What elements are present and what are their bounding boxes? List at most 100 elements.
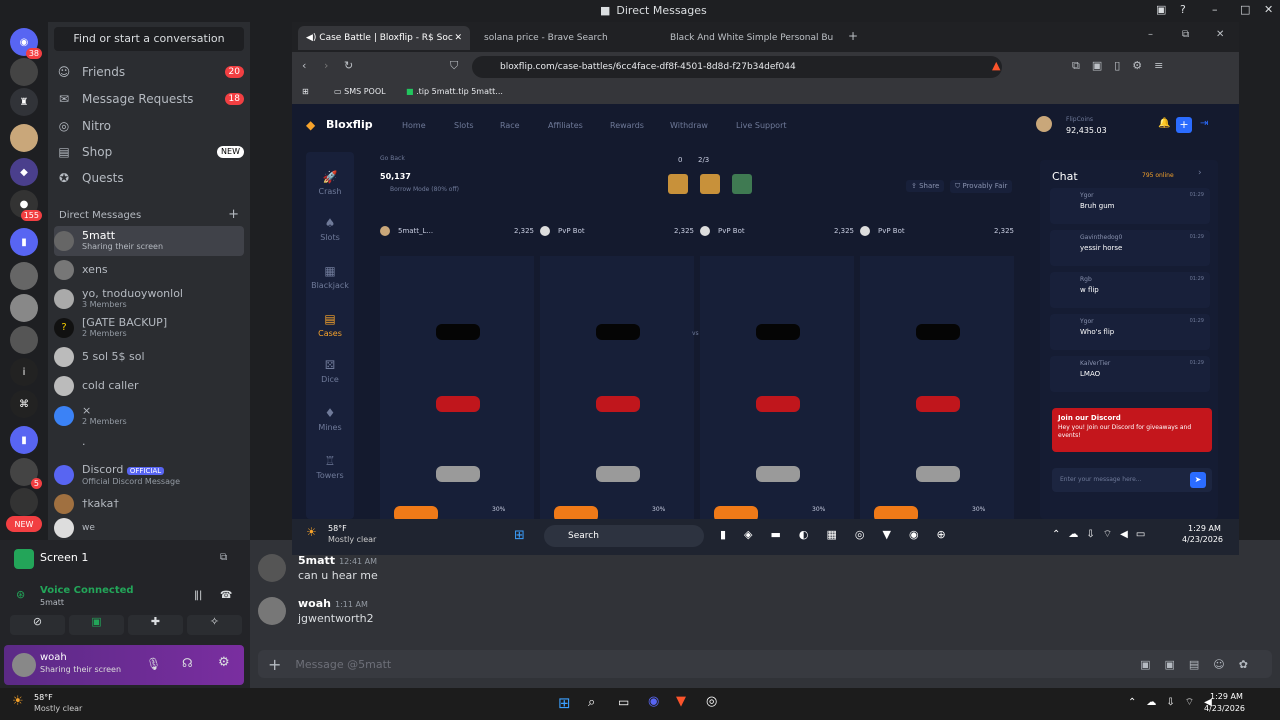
send-icon[interactable]: ➤ xyxy=(1190,472,1206,488)
dm-item[interactable]: . xyxy=(54,432,244,452)
server-icon[interactable] xyxy=(10,294,38,322)
nav-nitro[interactable]: ◎ Nitro xyxy=(56,114,244,138)
server-icon[interactable] xyxy=(10,58,38,86)
close-icon[interactable]: ✕ xyxy=(1216,29,1224,40)
start-icon[interactable]: ⊞ xyxy=(514,528,525,543)
user-avatar[interactable] xyxy=(1036,116,1052,132)
mic-icon[interactable]: 🎙 xyxy=(146,657,161,671)
server-icon[interactable]: ♜ xyxy=(10,88,38,116)
discord-promo[interactable]: Join our Discord Hey you! Join our Disco… xyxy=(1052,408,1212,452)
server-icon[interactable]: ◆ xyxy=(10,158,38,186)
nav-towers[interactable]: ♖ Towers xyxy=(306,454,354,480)
nav-shop[interactable]: ▤ Shop NEW xyxy=(56,140,244,164)
bookmark-tip[interactable]: ■ .tip 5matt.tip 5matt... xyxy=(406,87,503,96)
nav-race[interactable]: Race xyxy=(500,121,520,130)
back-icon[interactable]: ‹ xyxy=(302,59,306,72)
server-icon[interactable] xyxy=(10,262,38,290)
popout-icon[interactable]: ⧉ xyxy=(220,552,227,563)
dm-item[interactable]: 5 sol 5$ sol xyxy=(54,342,244,372)
url-input[interactable]: bloxflip.com/case-battles/6cc4face-df8f-… xyxy=(472,56,1002,78)
nav-mines[interactable]: ♦ Mines xyxy=(306,406,354,432)
nav-live-support[interactable]: Live Support xyxy=(736,121,787,130)
server-icon[interactable]: 5 xyxy=(10,458,42,489)
discord-app-icon[interactable]: ◉ xyxy=(648,694,659,709)
app-icon[interactable]: ◎ xyxy=(706,694,717,709)
user-avatar[interactable] xyxy=(12,653,36,677)
nav-slots[interactable]: Slots xyxy=(454,121,474,130)
find-conversation-button[interactable]: Find or start a conversation xyxy=(54,27,244,51)
deposit-button[interactable]: + xyxy=(1176,117,1192,133)
nav-home[interactable]: Home xyxy=(402,121,426,130)
nav-affiliates[interactable]: Affiliates xyxy=(548,121,583,130)
nav-withdraw[interactable]: Withdraw xyxy=(670,121,708,130)
nav-cases[interactable]: ▤ Cases xyxy=(306,312,354,338)
site-logo[interactable]: Bloxflip xyxy=(326,118,373,131)
reload-icon[interactable]: ↻ xyxy=(344,59,353,72)
message-author[interactable]: 5matt xyxy=(298,554,335,567)
inbox-icon[interactable]: ▣ xyxy=(1156,3,1166,16)
share-screen-button[interactable]: ▣ xyxy=(69,615,124,635)
server-icon[interactable] xyxy=(10,326,38,354)
close-icon[interactable]: ✕ xyxy=(1264,3,1273,16)
collapse-chat-icon[interactable]: › xyxy=(1198,168,1202,178)
dm-item[interactable]: 5matt Sharing their screen xyxy=(54,226,244,256)
share-button[interactable]: ⇪ Share xyxy=(906,180,945,192)
bell-icon[interactable]: 🔔 xyxy=(1158,118,1170,129)
dm-item[interactable]: yo, tnoduoywonlol 3 Members xyxy=(54,284,244,314)
brave-shield-icon[interactable]: ▲ xyxy=(992,59,1000,72)
tab-solana[interactable]: solana price - Brave Search xyxy=(476,26,648,50)
nav-rewards[interactable]: Rewards xyxy=(610,121,644,130)
pinned-apps-icon[interactable]: ▮◈▬◐▦◎▼◉⊕ xyxy=(720,528,964,541)
message-author[interactable]: woah xyxy=(298,597,331,610)
dm-item[interactable]: †kaka† xyxy=(54,489,244,519)
home-button[interactable]: ◉ 38 xyxy=(10,28,42,59)
new-tab-icon[interactable]: + xyxy=(848,29,858,43)
nav-friends[interactable]: ☺ Friends 20 xyxy=(56,60,244,84)
remote-search[interactable]: Search xyxy=(544,525,704,547)
minimize-icon[interactable]: – xyxy=(1148,29,1153,40)
input-tools-icon[interactable]: ▣▣▤☺✿ xyxy=(1140,658,1262,671)
server-icon[interactable]: ● 155 xyxy=(10,190,42,221)
forward-icon[interactable]: › xyxy=(324,59,328,72)
create-dm-icon[interactable]: + xyxy=(228,208,239,221)
folder-icon[interactable]: ▮ xyxy=(10,426,38,454)
nav-slots-game[interactable]: ♠ Slots xyxy=(306,216,354,242)
logout-icon[interactable]: ⇥ xyxy=(1200,118,1208,129)
headphones-icon[interactable]: ☊ xyxy=(182,656,193,670)
apps-icon[interactable]: ⊞ xyxy=(302,87,309,96)
start-icon[interactable]: ⊞ xyxy=(558,694,571,712)
nav-message-requests[interactable]: ✉ Message Requests 18 xyxy=(56,87,244,111)
restore-icon[interactable]: ⧉ xyxy=(1182,29,1189,40)
tray-icons[interactable]: ⌃☁⇩⌔◀▭ xyxy=(1052,528,1153,541)
dm-item[interactable]: × 2 Members xyxy=(54,401,244,431)
server-icon[interactable] xyxy=(10,124,38,152)
tab-personal[interactable]: Black And White Simple Personal Bu xyxy=(662,26,834,50)
tab-case-battle[interactable]: ◀) Case Battle | Bloxflip - R$ Soc ✕ xyxy=(298,26,470,50)
go-back-link[interactable]: Go Back xyxy=(380,155,405,162)
minimize-icon[interactable]: – xyxy=(1212,3,1218,16)
help-icon[interactable]: ? xyxy=(1180,3,1186,16)
folder-icon[interactable]: ▮ xyxy=(10,228,38,256)
nav-blackjack[interactable]: ▦ Blackjack xyxy=(306,264,354,290)
dm-item[interactable]: cold caller xyxy=(54,371,244,401)
extensions-icon[interactable]: ⧉▣▯⚙≡ xyxy=(1072,59,1175,73)
soundboard-button[interactable]: ✧ xyxy=(187,615,242,635)
noise-icon[interactable]: ‖| xyxy=(194,590,202,601)
nav-crash[interactable]: 🚀 Crash xyxy=(306,170,354,196)
server-icon[interactable]: i xyxy=(10,358,38,386)
camera-off-button[interactable]: ⊘ xyxy=(10,615,65,635)
settings-icon[interactable]: ⚙ xyxy=(218,655,230,670)
search-icon[interactable]: ⌕ xyxy=(588,695,595,710)
chat-input[interactable]: Enter your message here... ➤ xyxy=(1052,468,1212,492)
dm-item[interactable]: we xyxy=(54,518,244,538)
bookmark-icon[interactable]: ⛉ xyxy=(450,59,458,73)
provably-fair-button[interactable]: ⛉ Provably Fair xyxy=(950,180,1013,193)
server-icon[interactable]: ⌘ xyxy=(10,390,38,418)
close-tab-icon[interactable]: ✕ xyxy=(454,33,462,43)
nav-quests[interactable]: ✪ Quests xyxy=(56,166,244,190)
bookmark-sms-pool[interactable]: ▭ SMS POOL xyxy=(334,87,386,96)
maximize-icon[interactable]: □ xyxy=(1240,3,1250,16)
message-input[interactable]: + Message @5matt ▣▣▤☺✿ xyxy=(258,650,1272,678)
dm-item[interactable]: Discord OFFICIAL Official Discord Message xyxy=(54,460,244,490)
nav-dice[interactable]: ⚄ Dice xyxy=(306,358,354,384)
